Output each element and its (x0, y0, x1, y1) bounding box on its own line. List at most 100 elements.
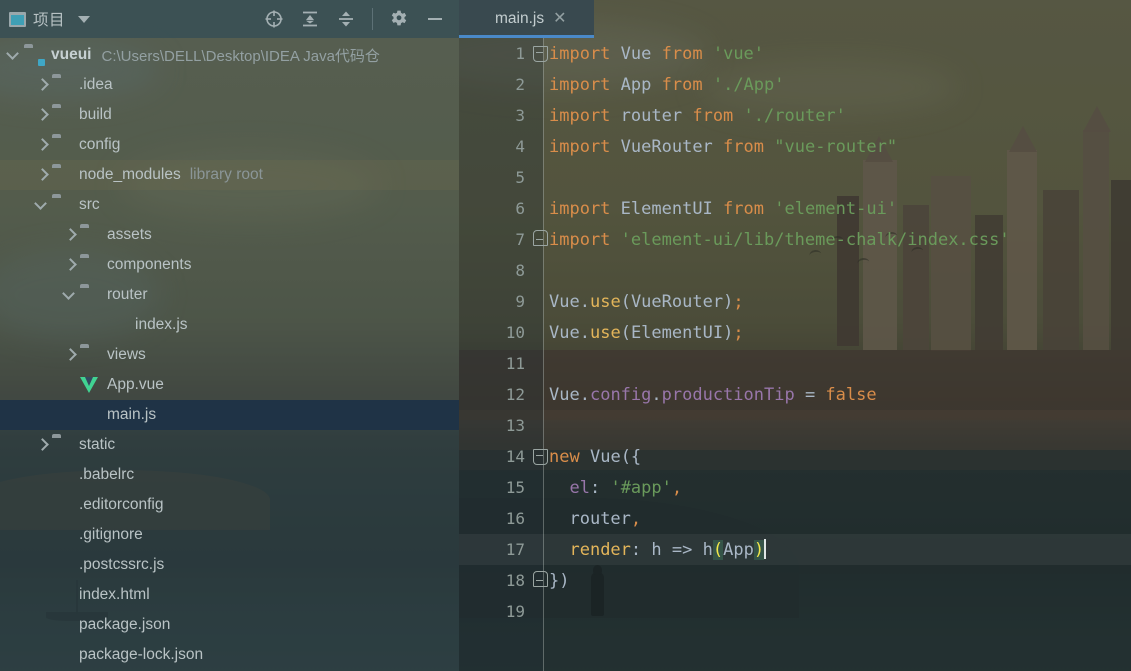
tree-item-build[interactable]: build (0, 100, 459, 130)
code-line-8[interactable]: 8 (459, 255, 1131, 286)
collapse-all-icon[interactable] (336, 9, 356, 29)
tree-item-app-vue[interactable]: App.vue (0, 370, 459, 400)
chevron-right-icon[interactable] (62, 227, 78, 243)
code-line-12[interactable]: 12 Vue.config.productionTip = false (459, 379, 1131, 410)
code-line-1[interactable]: 1 import Vue from 'vue' (459, 38, 1131, 69)
tree-item--idea[interactable]: .idea (0, 70, 459, 100)
expand-all-icon[interactable] (300, 9, 320, 29)
chevron-right-icon[interactable] (34, 137, 50, 153)
chevron-right-icon[interactable] (62, 347, 78, 363)
token: import (549, 43, 611, 64)
tree-item-package-json[interactable]: package.json (0, 610, 459, 640)
tree-item-assets[interactable]: assets (0, 220, 459, 250)
tree-item-components[interactable]: components (0, 250, 459, 280)
token: './App' (712, 74, 785, 95)
code-line-14[interactable]: 14 new Vue({ (459, 441, 1131, 472)
file-vue-icon (80, 377, 100, 394)
tree-item--postcssrc-js[interactable]: JS .postcssrc.js (0, 550, 459, 580)
tab-main-js[interactable]: JS main.js ✕ (459, 0, 594, 38)
tree-item-static[interactable]: static (0, 430, 459, 460)
token: render (569, 540, 631, 560)
file-json-icon (52, 467, 72, 484)
token: from (661, 74, 703, 95)
token: ; (733, 291, 744, 312)
code-line-13[interactable]: 13 (459, 410, 1131, 441)
code-line-2[interactable]: 2 import App from './App' (459, 69, 1131, 100)
code-text: new Vue({ (547, 447, 641, 467)
code-line-19[interactable]: 19 (459, 596, 1131, 627)
code-fold-icon[interactable] (531, 441, 548, 472)
code-line-11[interactable]: 11 (459, 348, 1131, 379)
token: ( (712, 540, 724, 560)
tree-item-router[interactable]: router (0, 280, 459, 310)
code-line-17[interactable]: 17 render: h => h(App) (459, 534, 1131, 565)
code-fold-icon[interactable] (531, 224, 548, 255)
tree-item-config[interactable]: config (0, 130, 459, 160)
tree-item--editorconfig[interactable]: .editorconfig (0, 490, 459, 520)
tree-item-label: index.html (79, 586, 150, 603)
close-icon[interactable]: ✕ (553, 11, 566, 27)
token: from (723, 198, 764, 219)
tree-item-vueui[interactable]: vueui C:\Users\DELL\Desktop\IDEA Java代码仓 (0, 40, 459, 70)
code-line-3[interactable]: 3 import router from './router' (459, 100, 1131, 131)
tree-item-package-lock-json[interactable]: package-lock.json (0, 640, 459, 670)
code-line-15[interactable]: 15 el: '#app', (459, 472, 1131, 503)
code-line-5[interactable]: 5 (459, 162, 1131, 193)
code-line-18[interactable]: 18}) (459, 565, 1131, 596)
project-tree: vueui C:\Users\DELL\Desktop\IDEA Java代码仓.… (0, 38, 459, 670)
tree-item-views[interactable]: views (0, 340, 459, 370)
settings-gear-icon[interactable] (389, 9, 409, 29)
tree-item-index-html[interactable]: Hindex.html (0, 580, 459, 610)
code-line-9[interactable]: 9 Vue.use(VueRouter); (459, 286, 1131, 317)
code-line-16[interactable]: 16 router, (459, 503, 1131, 534)
token: import (549, 136, 611, 157)
chevron-right-icon[interactable] (34, 77, 50, 93)
code-editor[interactable]: 1 import Vue from 'vue' 2 import App from '… (459, 38, 1131, 671)
project-title-group[interactable]: 项目 (9, 8, 91, 30)
tree-item--babelrc[interactable]: .babelrc (0, 460, 459, 490)
tree-item-src[interactable]: src (0, 190, 459, 220)
code-line-7[interactable]: 7 import 'element-ui/lib/theme-chalk/inde… (459, 224, 1131, 255)
tree-item-label: views (107, 346, 146, 363)
chevron-down-icon[interactable] (62, 287, 78, 303)
file-js-icon: JS (80, 397, 91, 408)
folder-icon (80, 287, 100, 304)
code-line-6[interactable]: 6 import ElementUI from 'element-ui' (459, 193, 1131, 224)
file-json-icon (52, 647, 72, 664)
chevron-right-icon[interactable] (34, 437, 50, 453)
tree-item-index-js[interactable]: JS index.js (0, 310, 459, 340)
code-line-10[interactable]: 10 Vue.use(ElementUI); (459, 317, 1131, 348)
token: productionTip (661, 384, 795, 405)
tree-item-main-js[interactable]: JS main.js (0, 400, 459, 430)
chevron-right-icon[interactable] (34, 167, 50, 183)
chevron-down-icon[interactable] (34, 197, 50, 213)
select-opened-file-icon[interactable] (264, 9, 284, 29)
token: = (794, 384, 826, 405)
hide-icon[interactable] (425, 9, 445, 29)
token: Vue (549, 291, 580, 312)
chevron-right-icon[interactable] (62, 257, 78, 273)
token: import (549, 105, 611, 126)
tree-item--gitignore[interactable]: .gitignore (0, 520, 459, 550)
code-fold-icon[interactable] (531, 565, 548, 596)
token: . (579, 291, 590, 312)
token: ( (620, 322, 631, 343)
project-panel-actions (264, 8, 451, 30)
chevron-right-icon[interactable] (34, 107, 50, 123)
token: App (723, 540, 754, 560)
chevron-down-icon[interactable] (6, 47, 22, 63)
code-fold-icon[interactable] (531, 38, 548, 69)
file-json-icon (52, 617, 72, 634)
tree-item-node-modules[interactable]: node_modules library root (0, 160, 459, 190)
token: import (549, 198, 611, 219)
folder-icon (52, 437, 72, 454)
chevron-down-icon[interactable] (78, 15, 91, 23)
code-line-4[interactable]: 4 import VueRouter from "vue-router" (459, 131, 1131, 162)
